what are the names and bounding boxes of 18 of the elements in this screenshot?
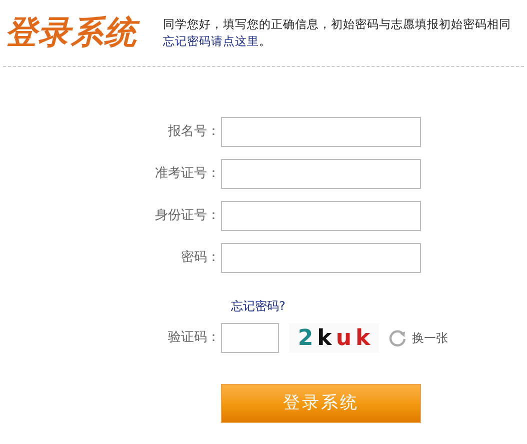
input-field[interactable] <box>221 201 421 231</box>
forgot-password-link[interactable]: 忘记密码请点这里 <box>163 34 259 48</box>
logo: 登录系统 <box>5 12 157 52</box>
captcha-image: 2 k u k <box>289 323 379 353</box>
field-label: 密码： <box>180 249 220 268</box>
captcha-field[interactable] <box>221 323 279 353</box>
period-text: 。 <box>259 34 271 48</box>
field-label: 验证码： <box>167 329 220 348</box>
forgot-password-link[interactable]: 忘记密码? <box>231 299 286 313</box>
field-label: 报名号： <box>167 123 220 142</box>
input-field[interactable] <box>221 117 421 147</box>
input-field[interactable] <box>221 243 421 273</box>
refresh-button[interactable]: 换一张 <box>389 329 448 347</box>
field-label: 身份证号： <box>154 207 220 226</box>
field-label: 准考证号： <box>154 165 220 184</box>
refresh-icon <box>389 329 407 347</box>
input-field[interactable] <box>221 159 421 189</box>
notice-text: 同学您好，填写您的正确信息，初始密码与志愿填报初始密码相同 <box>163 16 512 33</box>
